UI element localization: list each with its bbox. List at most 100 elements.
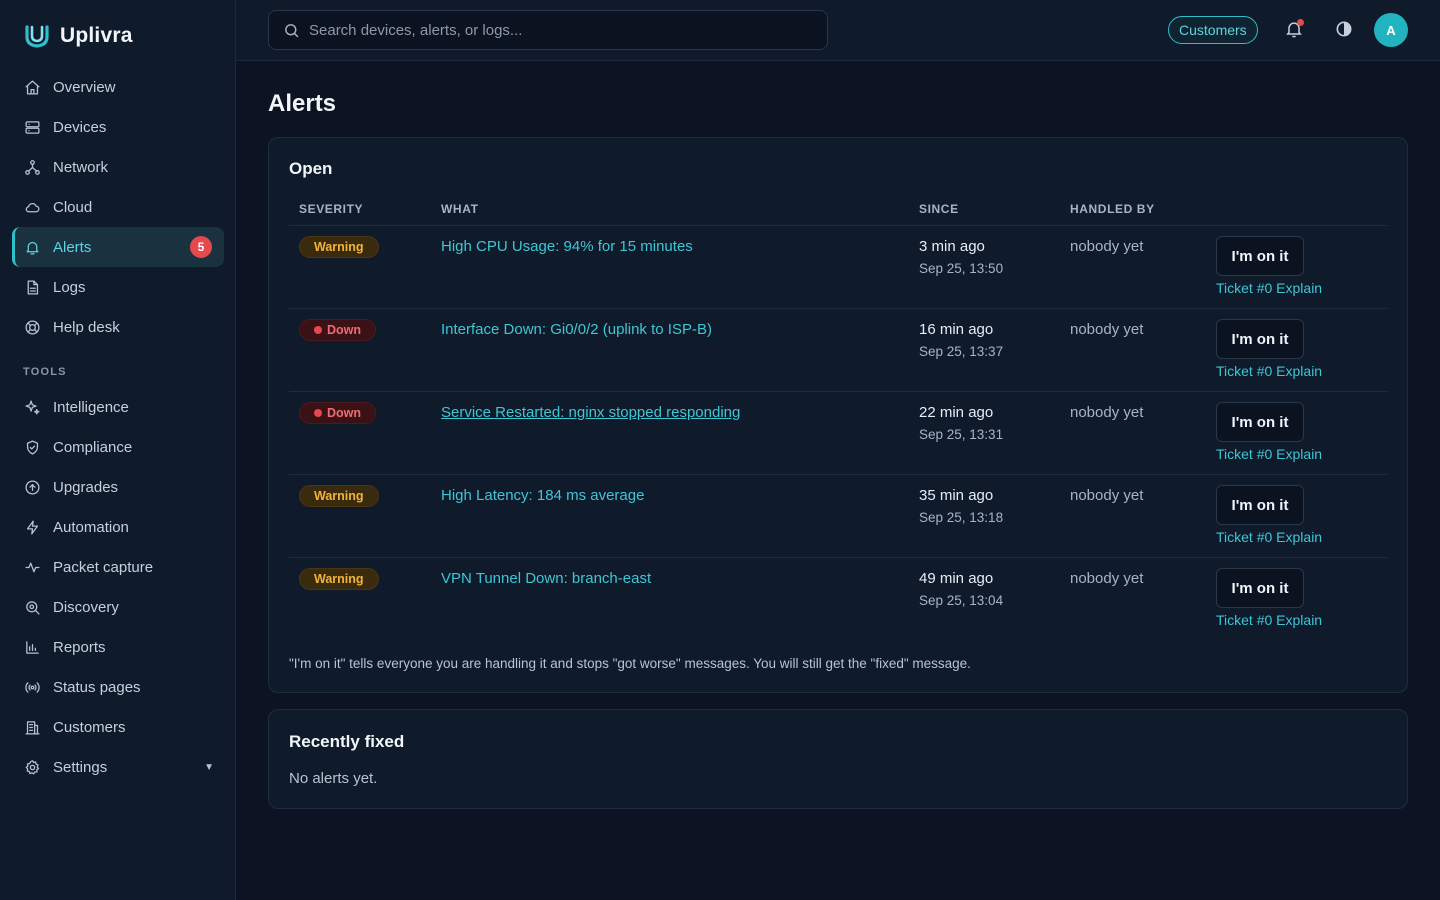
sidebar-item-label: Cloud (53, 198, 93, 216)
sidebar-item-intelligence[interactable]: Intelligence (12, 387, 224, 427)
theme-toggle[interactable] (1334, 19, 1356, 41)
sidebar-item-label: Logs (53, 278, 86, 296)
open-title: Open (289, 159, 333, 178)
shield-check-icon (23, 438, 41, 456)
alert-link[interactable]: VPN Tunnel Down: branch-east (441, 570, 651, 587)
sidebar-item-alerts[interactable]: Alerts 5 (12, 227, 224, 267)
sidebar-item-label: Overview (53, 78, 116, 96)
building-icon (23, 718, 41, 736)
explain-link[interactable]: Explain (1276, 612, 1322, 628)
table-row: Warning VPN Tunnel Down: branch-east 49 … (289, 558, 1387, 641)
explain-link[interactable]: Explain (1276, 280, 1322, 296)
ticket-link[interactable]: Ticket #0 (1216, 280, 1272, 296)
since-date: Sep 25, 13:04 (919, 593, 1004, 608)
handled-by: nobody yet (1070, 404, 1144, 421)
col-since: SINCE (919, 202, 959, 216)
lifebuoy-icon (23, 318, 41, 336)
since-relative: 35 min ago (919, 487, 994, 504)
handled-by: nobody yet (1070, 238, 1144, 255)
brand[interactable]: Uplivra (24, 22, 133, 50)
sidebar-item-help-desk[interactable]: Help desk (12, 307, 224, 347)
home-icon (23, 78, 41, 96)
explain-link[interactable]: Explain (1276, 446, 1322, 462)
sidebar-item-label: Status pages (53, 678, 141, 696)
alert-link[interactable]: Service Restarted: nginx stopped respond… (441, 404, 740, 421)
sidebar-item-label: Network (53, 158, 109, 176)
sidebar-item-label: Packet capture (53, 558, 154, 576)
sidebar-item-customers[interactable]: Customers (12, 707, 224, 747)
table-row: Warning High Latency: 184 ms average 35 … (289, 475, 1387, 558)
handled-by: nobody yet (1070, 321, 1144, 338)
sidebar-item-compliance[interactable]: Compliance (12, 427, 224, 467)
brand-name: Uplivra (60, 24, 133, 47)
sidebar-item-reports[interactable]: Reports (12, 627, 224, 667)
cloud-icon (23, 198, 41, 216)
since-date: Sep 25, 13:31 (919, 427, 1004, 442)
table-row: Down Service Restarted: nginx stopped re… (289, 392, 1387, 475)
im-on-it-button[interactable]: I'm on it (1216, 319, 1304, 359)
sidebar-item-label: Upgrades (53, 478, 119, 496)
avatar[interactable]: A (1374, 13, 1408, 47)
notifications-button[interactable] (1284, 19, 1306, 41)
bar-chart-icon (23, 638, 41, 656)
im-on-it-button[interactable]: I'm on it (1216, 236, 1304, 276)
sidebar-item-discovery[interactable]: Discovery (12, 587, 224, 627)
im-on-it-button[interactable]: I'm on it (1216, 568, 1304, 608)
sidebar-item-label: Discovery (53, 598, 119, 616)
alert-link[interactable]: High Latency: 184 ms average (441, 487, 644, 504)
file-icon (23, 278, 41, 296)
open-alerts-card: Open SEVERITY WHAT SINCE HANDLED BY Warn… (268, 137, 1408, 693)
page-title: Alerts (268, 90, 337, 117)
search-input[interactable] (309, 21, 789, 39)
server-icon (23, 118, 41, 136)
alert-link[interactable]: Interface Down: Gi0/0/2 (uplink to ISP-B… (441, 321, 712, 338)
logo-icon (25, 25, 49, 48)
sidebar-item-label: Alerts (53, 238, 92, 256)
sidebar-item-label: Compliance (53, 438, 133, 456)
im-on-it-button[interactable]: I'm on it (1216, 485, 1304, 525)
sidebar-item-label: Customers (53, 718, 126, 736)
sparkle-icon (23, 398, 41, 416)
severity-badge: Warning (299, 236, 379, 258)
gear-icon (23, 758, 41, 776)
sidebar-item-settings[interactable]: Settings ▼ (12, 747, 224, 787)
ticket-link[interactable]: Ticket #0 (1216, 529, 1272, 545)
sidebar-nav: Overview Devices Network Cloud Alerts 5 … (12, 67, 224, 787)
sidebar-item-packet-capture[interactable]: Packet capture (12, 547, 224, 587)
sidebar-item-status-pages[interactable]: Status pages (12, 667, 224, 707)
notification-dot (1297, 19, 1304, 26)
sidebar-item-automation[interactable]: Automation (12, 507, 224, 547)
table-row: Warning High CPU Usage: 94% for 15 minut… (289, 226, 1387, 309)
table-row: Down Interface Down: Gi0/0/2 (uplink to … (289, 309, 1387, 392)
search-box[interactable] (268, 10, 828, 50)
arrow-up-circle-icon (23, 478, 41, 496)
tools-heading: TOOLS (23, 366, 67, 378)
chevron-down-icon[interactable]: ▼ (204, 762, 214, 773)
since-date: Sep 25, 13:18 (919, 510, 1004, 525)
sidebar-item-overview[interactable]: Overview (12, 67, 224, 107)
ticket-link[interactable]: Ticket #0 (1216, 363, 1272, 379)
sidebar-item-label: Devices (53, 118, 107, 136)
customers-button[interactable]: Customers (1168, 16, 1258, 44)
im-on-it-button[interactable]: I'm on it (1216, 402, 1304, 442)
severity-badge: Warning (299, 485, 379, 507)
ticket-link[interactable]: Ticket #0 (1216, 612, 1272, 628)
alert-link[interactable]: High CPU Usage: 94% for 15 minutes (441, 238, 693, 255)
ticket-link[interactable]: Ticket #0 (1216, 446, 1272, 462)
activity-icon (23, 558, 41, 576)
handled-by: nobody yet (1070, 570, 1144, 587)
sidebar-item-devices[interactable]: Devices (12, 107, 224, 147)
sidebar-item-logs[interactable]: Logs (12, 267, 224, 307)
severity-badge: Down (299, 319, 377, 341)
sidebar-item-cloud[interactable]: Cloud (12, 187, 224, 227)
since-date: Sep 25, 13:50 (919, 261, 1004, 276)
severity-badge: Down (299, 402, 377, 424)
sidebar-item-label: Intelligence (53, 398, 129, 416)
sidebar-item-network[interactable]: Network (12, 147, 224, 187)
row-links: Ticket #0 Explain (1216, 529, 1322, 545)
explain-link[interactable]: Explain (1276, 363, 1322, 379)
since-relative: 16 min ago (919, 321, 994, 338)
sidebar-item-upgrades[interactable]: Upgrades (12, 467, 224, 507)
explain-link[interactable]: Explain (1276, 529, 1322, 545)
since-date: Sep 25, 13:37 (919, 344, 1004, 359)
